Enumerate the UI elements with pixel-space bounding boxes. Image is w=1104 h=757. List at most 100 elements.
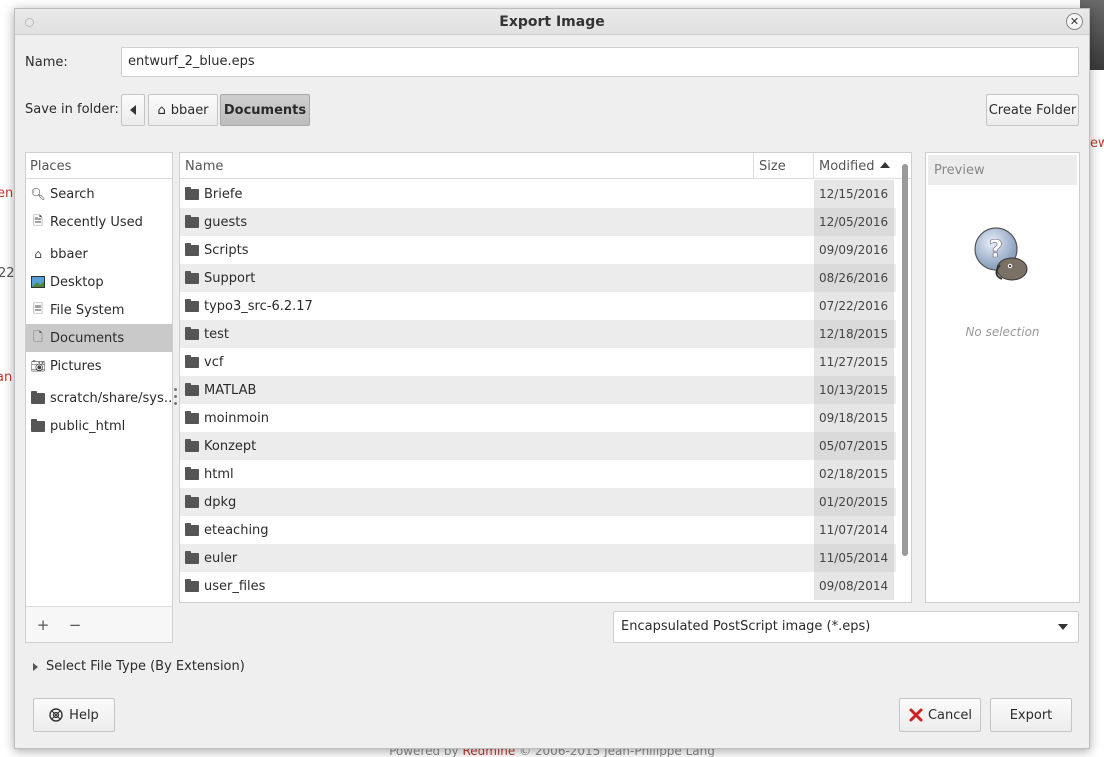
folder-icon	[31, 390, 45, 404]
chevron-down-icon	[1058, 624, 1068, 630]
column-name[interactable]: Name	[180, 153, 754, 179]
svg-text:?: ?	[989, 235, 1003, 263]
home-icon: ⌂	[157, 102, 166, 118]
folder-icon	[31, 418, 45, 432]
column-size[interactable]: Size	[754, 153, 814, 179]
file-row[interactable]: Scripts 09/09/2016	[180, 236, 896, 264]
file-row[interactable]: eteaching 11/07/2014	[180, 516, 896, 544]
file-modified: 12/15/2016	[814, 180, 894, 208]
place-pictures[interactable]: 📷︎ Pictures	[26, 352, 172, 380]
file-list-scrollbar[interactable]	[902, 164, 908, 556]
breadcrumb-bbaer[interactable]: ⌂ bbaer	[148, 94, 218, 126]
file-name-cell: test	[185, 320, 229, 348]
file-name-cell: euler	[185, 544, 237, 572]
file-name-cell: guests	[185, 208, 247, 236]
place-label: scratch/share/sys…	[50, 390, 172, 406]
export-button[interactable]: Export	[990, 698, 1072, 732]
folder-icon	[185, 466, 199, 480]
breadcrumb-documents[interactable]: Documents	[220, 94, 310, 126]
folder-icon	[185, 382, 199, 396]
desktop-icon	[31, 275, 45, 289]
file-list-header: Name Size Modified	[180, 153, 911, 179]
file-row[interactable]: MATLAB 10/13/2015	[180, 376, 896, 404]
background-link-fragment: ew	[1090, 136, 1104, 151]
place-file-system[interactable]: 🗏 File System	[26, 296, 172, 324]
file-name: user_files	[204, 578, 266, 594]
file-row[interactable]: Konzept 05/07/2015	[180, 432, 896, 460]
places-footer: + −	[26, 606, 172, 642]
filesystem-icon: 🗏	[33, 301, 43, 316]
column-modified-label: Modified	[819, 159, 875, 174]
close-icon[interactable]: ✕	[1066, 13, 1083, 30]
file-name-cell: dpkg	[185, 488, 236, 516]
file-row[interactable]: html 02/18/2015	[180, 460, 896, 488]
help-button[interactable]: Help	[33, 698, 115, 732]
place-label: Documents	[50, 330, 125, 346]
place-recently-used[interactable]: 🗎 Recently Used	[26, 208, 172, 236]
file-modified: 01/20/2015	[814, 488, 894, 516]
file-name: eteaching	[204, 522, 269, 538]
file-row[interactable]: euler 11/05/2014	[180, 544, 896, 572]
file-modified: 11/07/2014	[814, 516, 894, 544]
place-scratch[interactable]: scratch/share/sys…	[26, 384, 172, 412]
file-modified: 12/05/2016	[814, 208, 894, 236]
breadcrumb-label: bbaer	[170, 102, 209, 118]
file-row[interactable]: Briefe 12/15/2016	[180, 180, 896, 208]
file-name: vcf	[204, 354, 224, 370]
file-name: guests	[204, 214, 248, 230]
name-label: Name:	[25, 55, 68, 70]
create-folder-button[interactable]: Create Folder	[986, 94, 1079, 126]
sort-ascending-icon	[880, 162, 891, 168]
folder-icon	[185, 494, 199, 508]
file-name-cell: Briefe	[185, 180, 242, 208]
breadcrumb-back-button[interactable]	[121, 94, 145, 126]
remove-bookmark-icon[interactable]: −	[66, 616, 84, 634]
background-link-fragment: an	[0, 370, 13, 385]
file-row[interactable]: user_files 09/08/2014	[180, 572, 896, 600]
file-type-select[interactable]: Encapsulated PostScript image (*.eps)	[613, 611, 1079, 643]
file-modified: 11/05/2014	[814, 544, 894, 572]
file-name: MATLAB	[204, 382, 257, 398]
title-bar: Export Image ✕	[15, 9, 1089, 35]
place-label: File System	[50, 302, 125, 318]
cancel-label: Cancel	[927, 707, 973, 723]
file-name: test	[204, 326, 229, 342]
place-search[interactable]: 🔍︎ Search	[26, 180, 172, 208]
place-label: public_html	[50, 418, 126, 434]
filename-input[interactable]: entwurf_2_blue.eps	[121, 47, 1079, 77]
file-name-cell: Support	[185, 264, 255, 292]
file-name: html	[204, 466, 234, 482]
file-name: typo3_src-6.2.17	[204, 298, 313, 314]
no-selection-text: No selection	[965, 325, 1040, 339]
folder-icon	[185, 270, 199, 284]
file-row[interactable]: moinmoin 09/18/2015	[180, 404, 896, 432]
place-desktop[interactable]: Desktop	[26, 268, 172, 296]
file-modified: 08/26/2016	[814, 264, 894, 292]
folder-icon	[185, 578, 199, 592]
add-bookmark-icon[interactable]: +	[34, 616, 52, 634]
background-link-fragment: en	[0, 186, 14, 201]
pane-splitter[interactable]	[174, 388, 178, 410]
file-row[interactable]: test 12/18/2015	[180, 320, 896, 348]
folder-icon	[185, 438, 199, 452]
file-row[interactable]: guests 12/05/2016	[180, 208, 896, 236]
preview-panel: Preview ? No selection	[925, 152, 1080, 603]
file-modified: 09/18/2015	[814, 404, 894, 432]
place-documents[interactable]: 🗋 Documents	[26, 324, 172, 352]
file-modified: 09/08/2014	[814, 572, 894, 600]
pictures-icon: 📷︎	[30, 359, 46, 373]
place-bbaer[interactable]: ⌂ bbaer	[26, 240, 172, 268]
file-row[interactable]: dpkg 01/20/2015	[180, 488, 896, 516]
select-file-type-expander[interactable]: Select File Type (By Extension)	[33, 659, 245, 674]
file-row[interactable]: typo3_src-6.2.17 07/22/2016	[180, 292, 896, 320]
file-name-cell: html	[185, 460, 234, 488]
file-name: Support	[204, 270, 256, 286]
file-row[interactable]: Support 08/26/2016	[180, 264, 896, 292]
place-label: Pictures	[50, 358, 102, 374]
file-row[interactable]: vcf 11/27/2015	[180, 348, 896, 376]
file-name-cell: eteaching	[185, 516, 269, 544]
home-icon: ⌂	[34, 247, 42, 261]
place-public-html[interactable]: public_html	[26, 412, 172, 440]
cancel-button[interactable]: Cancel	[899, 698, 981, 732]
column-modified[interactable]: Modified	[814, 153, 896, 179]
